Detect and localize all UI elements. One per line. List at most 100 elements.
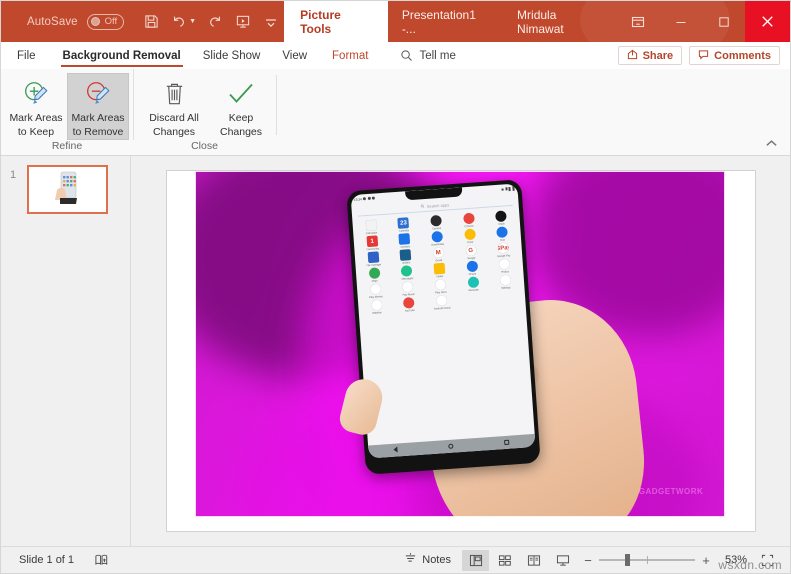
reading-view-button[interactable]	[520, 550, 547, 571]
discard-all-changes-button[interactable]: Discard All Changes	[138, 73, 210, 140]
collapse-ribbon-button[interactable]	[765, 139, 778, 151]
app-icon-cell[interactable]: Notes	[423, 262, 457, 279]
app-icon-cell[interactable]: File manager	[357, 250, 391, 267]
app-icon-cell[interactable]: Duo	[486, 225, 520, 242]
app-gmail-icon[interactable]: M	[432, 246, 445, 259]
user-account-name[interactable]: Mridula Nimawat	[503, 8, 616, 36]
app-icon-cell[interactable]: Drive	[453, 228, 487, 245]
share-button[interactable]: Share	[617, 46, 683, 65]
minimize-button[interactable]	[659, 1, 702, 42]
slide-canvas[interactable]: 15:34 Search apps Calculator 23 Calendar…	[166, 171, 755, 531]
app-icon-cell[interactable]: Contacts	[388, 232, 422, 249]
app-icon-cell[interactable]: Calculator	[355, 219, 389, 236]
app-phone-icon[interactable]	[466, 260, 478, 273]
app-icon-cell[interactable]: Chrome	[452, 212, 486, 229]
tab-background-removal[interactable]: Background Removal	[52, 42, 192, 69]
fit-slide-to-window-button[interactable]	[754, 550, 781, 571]
app-icon-cell[interactable]: Clock	[485, 209, 519, 226]
app-contacts-icon[interactable]	[398, 232, 411, 245]
app-gallery-icon[interactable]	[400, 248, 412, 261]
app-icon-cell[interactable]: Play Music	[391, 280, 425, 297]
app-play-store-icon[interactable]	[434, 278, 447, 291]
app-weather-icon[interactable]	[370, 299, 383, 311]
app-play-music-icon[interactable]	[402, 280, 414, 293]
zoom-percentage[interactable]: 53%	[717, 554, 747, 566]
mark-areas-to-keep-button[interactable]: Mark Areas to Keep	[5, 73, 67, 140]
slide-sorter-view-button[interactable]	[491, 550, 518, 571]
zoom-out-button[interactable]: −	[583, 553, 593, 568]
app-icon-cell[interactable]: Camera	[420, 214, 454, 231]
app-play-movies-icon[interactable]	[369, 283, 382, 295]
phone-in-hand-photo[interactable]: 15:34 Search apps Calculator 23 Calendar…	[194, 171, 725, 517]
app-icon-cell[interactable]: Android Cloud	[425, 294, 459, 311]
app-settings-icon[interactable]	[499, 274, 512, 286]
app-android-cloud-icon[interactable]	[435, 294, 448, 307]
app-icon-cell[interactable]: Recorder	[456, 276, 490, 293]
slide-show-view-button[interactable]	[549, 550, 576, 571]
ribbon-display-options-icon[interactable]	[616, 1, 659, 42]
tab-slide-show[interactable]: Slide Show	[192, 42, 272, 69]
back-button-icon[interactable]	[393, 446, 399, 453]
normal-view-button[interactable]	[462, 549, 489, 571]
app-duo-icon[interactable]	[496, 226, 509, 238]
app-icon-cell[interactable]: Gallery	[389, 248, 423, 265]
zoom-in-button[interactable]: +	[701, 553, 711, 568]
app-drive-icon[interactable]	[463, 228, 476, 241]
comments-button[interactable]: Comments	[689, 46, 780, 65]
app-icon-cell[interactable]: Phone	[455, 260, 489, 277]
app-icon-cell[interactable]: YouTube	[393, 296, 427, 313]
app-icon-cell[interactable]: Messages	[390, 264, 424, 281]
tab-view[interactable]: View	[271, 42, 318, 69]
notes-button[interactable]: Notes	[394, 547, 461, 573]
recents-button-icon[interactable]	[504, 439, 510, 445]
app-calendar-icon[interactable]: 23	[397, 216, 410, 229]
app-youtube-icon[interactable]	[403, 296, 416, 309]
app-messages-icon[interactable]	[401, 264, 413, 277]
app-calculator-icon[interactable]	[365, 219, 378, 232]
app-maps-icon[interactable]	[368, 267, 381, 279]
app-icon-cell[interactable]: Play Movies	[359, 282, 393, 299]
app-camera-icon[interactable]	[430, 214, 443, 227]
app-chrome-icon[interactable]	[462, 212, 475, 225]
close-button[interactable]	[745, 1, 790, 42]
tab-format[interactable]: Format	[318, 42, 382, 69]
start-presentation-icon[interactable]	[230, 9, 256, 35]
app-icon-cell[interactable]: GPay Google Pay	[487, 241, 521, 258]
mark-areas-to-remove-button[interactable]: Mark Areas to Remove	[67, 73, 129, 140]
zoom-control[interactable]: − + 53%	[577, 550, 782, 571]
app-google-icon[interactable]: G	[465, 244, 477, 257]
app-icon-cell[interactable]: Weather	[360, 298, 394, 315]
app-icon-cell[interactable]: Settings	[489, 273, 523, 290]
app-icon-cell[interactable]: Play Store	[424, 278, 458, 295]
app-icon-cell[interactable]: 1 Community	[356, 234, 390, 251]
app-icon-cell[interactable]: M Gmail	[422, 246, 456, 263]
app-recorder-icon[interactable]	[467, 276, 479, 289]
tell-me-search[interactable]: Tell me	[382, 42, 465, 69]
restore-button[interactable]	[702, 1, 745, 42]
save-icon[interactable]	[138, 9, 164, 35]
zoom-slider-track[interactable]	[599, 554, 695, 566]
tab-file[interactable]: File	[1, 42, 52, 69]
app-notes-icon[interactable]	[433, 262, 446, 275]
app-file-manager-icon[interactable]	[367, 251, 380, 263]
app-icon-cell[interactable]: Downloads	[421, 230, 455, 247]
app-photos-icon[interactable]	[498, 258, 511, 270]
slide-thumbnail-pane[interactable]: 1	[1, 156, 131, 546]
app-icon-cell[interactable]: G Google	[454, 244, 488, 261]
redo-icon[interactable]	[202, 9, 228, 35]
autosave-toggle[interactable]: Off	[86, 13, 125, 30]
app-icon-cell[interactable]: Maps	[358, 266, 392, 283]
app-downloads-icon[interactable]	[431, 230, 444, 243]
accessibility-checker-icon[interactable]	[84, 547, 119, 573]
app-community-icon[interactable]: 1	[366, 235, 379, 247]
app-icon-cell[interactable]: Photos	[488, 257, 522, 274]
undo-dropdown-icon[interactable]: ▼	[189, 18, 196, 25]
keep-changes-button[interactable]: Keep Changes	[210, 73, 272, 140]
customize-quick-access-icon[interactable]	[258, 9, 284, 35]
app-icon-cell[interactable]: 23 Calendar	[387, 216, 421, 233]
zoom-slider-handle[interactable]	[624, 554, 630, 566]
app-clock-icon[interactable]	[495, 210, 508, 222]
home-button-icon[interactable]	[448, 443, 455, 449]
app-google-pay-icon[interactable]: GPay	[497, 242, 510, 254]
slide-thumbnail-1[interactable]	[27, 165, 108, 214]
